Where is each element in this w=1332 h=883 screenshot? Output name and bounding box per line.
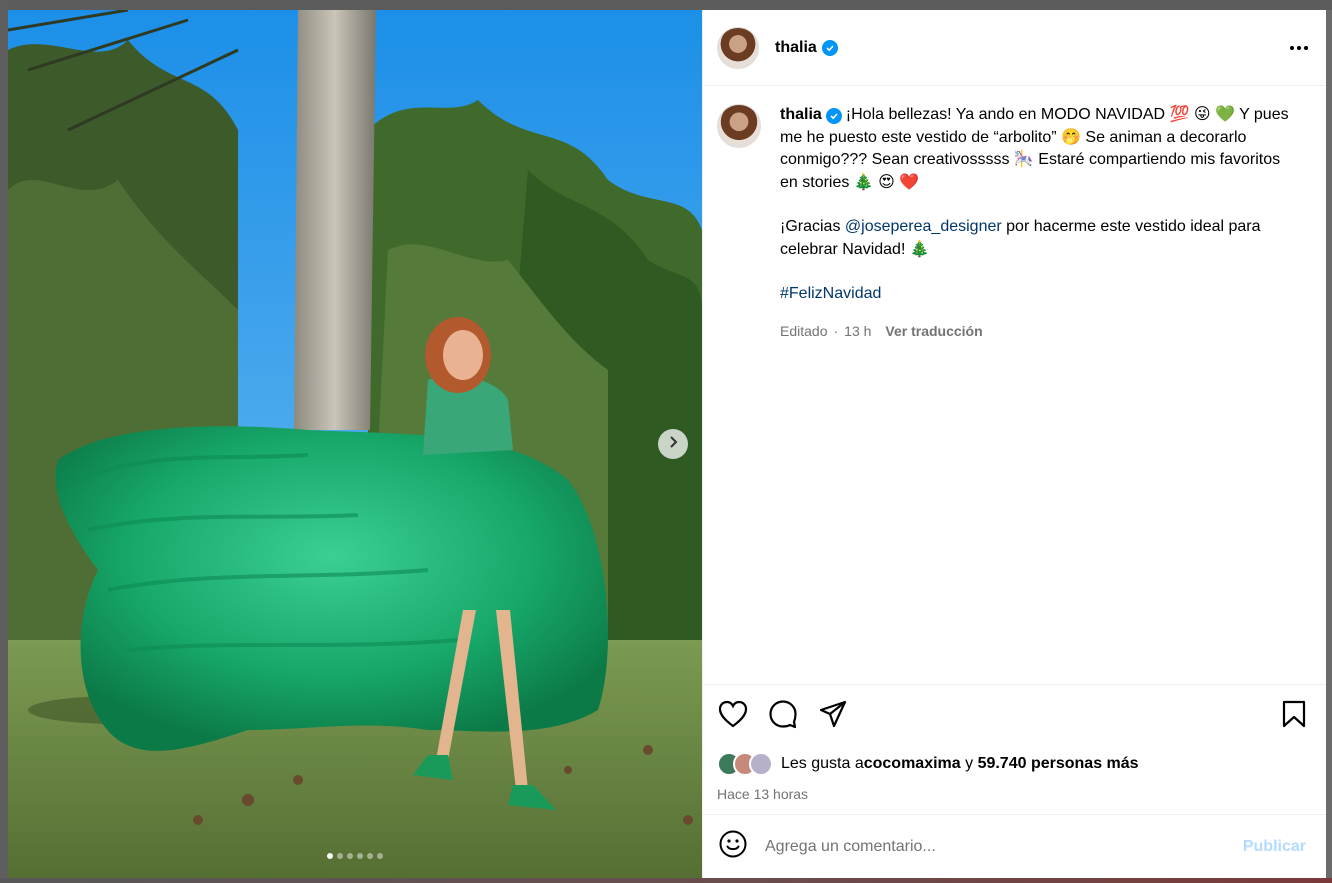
carousel-dot	[357, 853, 363, 859]
avatar	[749, 752, 773, 776]
hashtag-link[interactable]: #FelizNavidad	[780, 285, 881, 302]
liker-username[interactable]: cocomaxima	[864, 755, 961, 773]
carousel-dot	[347, 853, 353, 859]
bookmark-icon	[1282, 700, 1306, 733]
carousel-dot	[327, 853, 333, 859]
post-timestamp[interactable]: Hace 13 horas	[703, 776, 1326, 814]
author-name-row: thalia	[775, 39, 838, 57]
save-button[interactable]	[1278, 700, 1310, 733]
caption-section: thalia ¡Hola bellezas! Ya ando en MODO N…	[703, 86, 1326, 684]
liker-avatars[interactable]	[717, 752, 773, 776]
comment-button[interactable]	[767, 699, 799, 734]
likes-connector: y	[960, 755, 978, 772]
emoji-picker-button[interactable]	[717, 830, 749, 863]
publish-button[interactable]: Publicar	[1243, 838, 1306, 856]
verified-badge-icon	[821, 39, 838, 56]
backdrop[interactable]	[0, 0, 1332, 10]
share-icon	[819, 700, 847, 733]
edited-label: Editado	[780, 322, 828, 339]
caption-meta: Editado · 13 h Ver traducción	[780, 320, 1290, 343]
verified-badge-icon	[825, 108, 842, 124]
comment-input[interactable]	[765, 837, 1243, 856]
likes-count-link[interactable]: 59.740 personas más	[978, 755, 1139, 773]
mention-link[interactable]: @joseperea_designer	[845, 218, 1002, 235]
like-button[interactable]	[717, 700, 749, 733]
caption-username[interactable]: thalia	[780, 106, 822, 123]
caption-hashtags: #FelizNavidad	[780, 283, 1290, 306]
comment-icon	[768, 699, 798, 734]
more-horizontal-icon	[1290, 45, 1294, 50]
meta-separator: ·	[833, 322, 839, 339]
caption-line: ¡Hola bellezas! Ya ando en MODO NAVIDAD …	[780, 106, 1289, 191]
chevron-right-icon	[667, 435, 679, 453]
caption-author-avatar[interactable]	[717, 104, 761, 148]
share-button[interactable]	[817, 700, 849, 733]
post-media[interactable]	[8, 10, 702, 878]
post-header: thalia	[703, 10, 1326, 86]
post-photo	[8, 10, 702, 878]
author-username[interactable]: thalia	[775, 39, 817, 57]
caption-time[interactable]: 13 h	[844, 320, 871, 343]
comment-composer: Publicar	[703, 814, 1326, 878]
backdrop-left[interactable]	[0, 0, 8, 883]
carousel-next-button[interactable]	[658, 429, 688, 459]
post-actions	[703, 684, 1326, 748]
carousel-indicator	[8, 853, 702, 859]
carousel-dot	[367, 853, 373, 859]
post-details-panel: thalia thalia ¡Hola bellezas! Ya ando en…	[702, 10, 1326, 878]
heart-icon	[718, 700, 748, 733]
author-avatar[interactable]	[717, 26, 759, 69]
caption-thanks: ¡Gracias @joseperea_designer por hacerme…	[780, 216, 1290, 261]
see-translation-link[interactable]: Ver traducción	[885, 320, 982, 343]
caption-thanks-prefix: ¡Gracias	[780, 218, 845, 235]
caption-body: thalia ¡Hola bellezas! Ya ando en MODO N…	[780, 104, 1290, 684]
carousel-dot	[337, 853, 343, 859]
more-options-button[interactable]	[1288, 40, 1310, 56]
post-modal: thalia thalia ¡Hola bellezas! Ya ando en…	[8, 10, 1326, 878]
likes-prefix: Les gusta a	[781, 755, 864, 772]
caption-text: thalia ¡Hola bellezas! Ya ando en MODO N…	[780, 104, 1290, 194]
likes-summary: Les gusta a cocomaxima y 59.740 personas…	[703, 748, 1326, 776]
emoji-icon	[719, 830, 747, 863]
backdrop-bottom[interactable]	[0, 878, 1332, 883]
carousel-dot	[377, 853, 383, 859]
